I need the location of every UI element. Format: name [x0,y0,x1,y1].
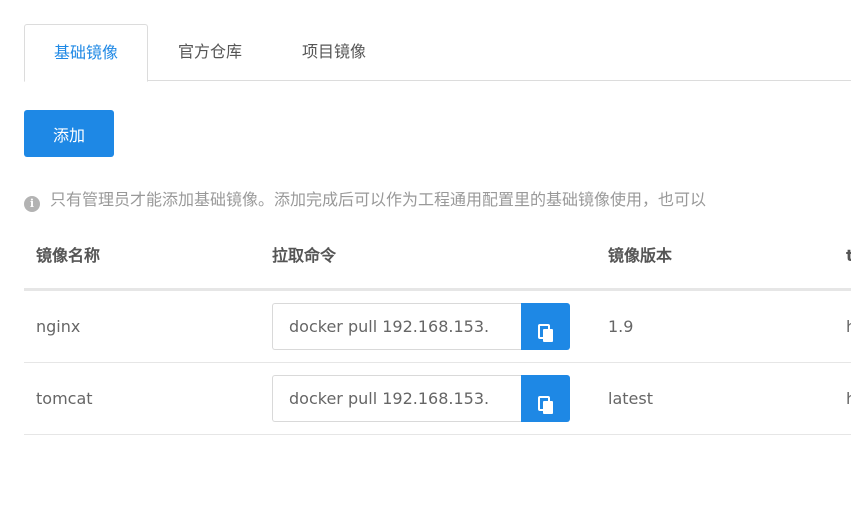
column-header-pull-command: 拉取命令 [272,246,337,265]
table-header: 镜像名称 拉取命令 镜像版本 t [24,224,851,291]
pull-command-group [272,303,570,350]
pull-command-input[interactable] [272,303,521,350]
pull-command-group [272,375,570,422]
image-name: nginx [36,317,81,336]
table-row: nginx 1.9 h [24,291,851,363]
tab-bar: 基础镜像 官方仓库 项目镜像 [24,24,851,82]
tab-base-images[interactable]: 基础镜像 [24,24,148,82]
copy-icon [537,396,553,414]
admin-notice: i 只有管理员才能添加基础镜像。添加完成后可以作为工程通用配置里的基础镜像使用，也… [24,186,706,214]
copy-icon [537,324,553,342]
copy-button[interactable] [521,375,570,422]
truncated-cell: h [846,363,851,434]
tab-bar-divider [24,80,851,81]
image-version: latest [608,389,653,408]
info-icon: i [24,196,40,212]
truncated-cell: h [846,291,851,362]
table-row: tomcat latest h [24,363,851,435]
notice-text: 只有管理员才能添加基础镜像。添加完成后可以作为工程通用配置里的基础镜像使用，也可… [50,190,707,209]
tab-official-repo[interactable]: 官方仓库 [162,24,258,80]
column-header-truncated: t [846,246,851,265]
pull-command-input[interactable] [272,375,521,422]
column-header-name: 镜像名称 [36,246,101,265]
image-version: 1.9 [608,317,634,336]
tab-project-images[interactable]: 项目镜像 [286,24,382,80]
image-name: tomcat [36,389,93,408]
add-button[interactable]: 添加 [24,110,114,157]
column-header-version: 镜像版本 [608,246,673,265]
copy-button[interactable] [521,303,570,350]
